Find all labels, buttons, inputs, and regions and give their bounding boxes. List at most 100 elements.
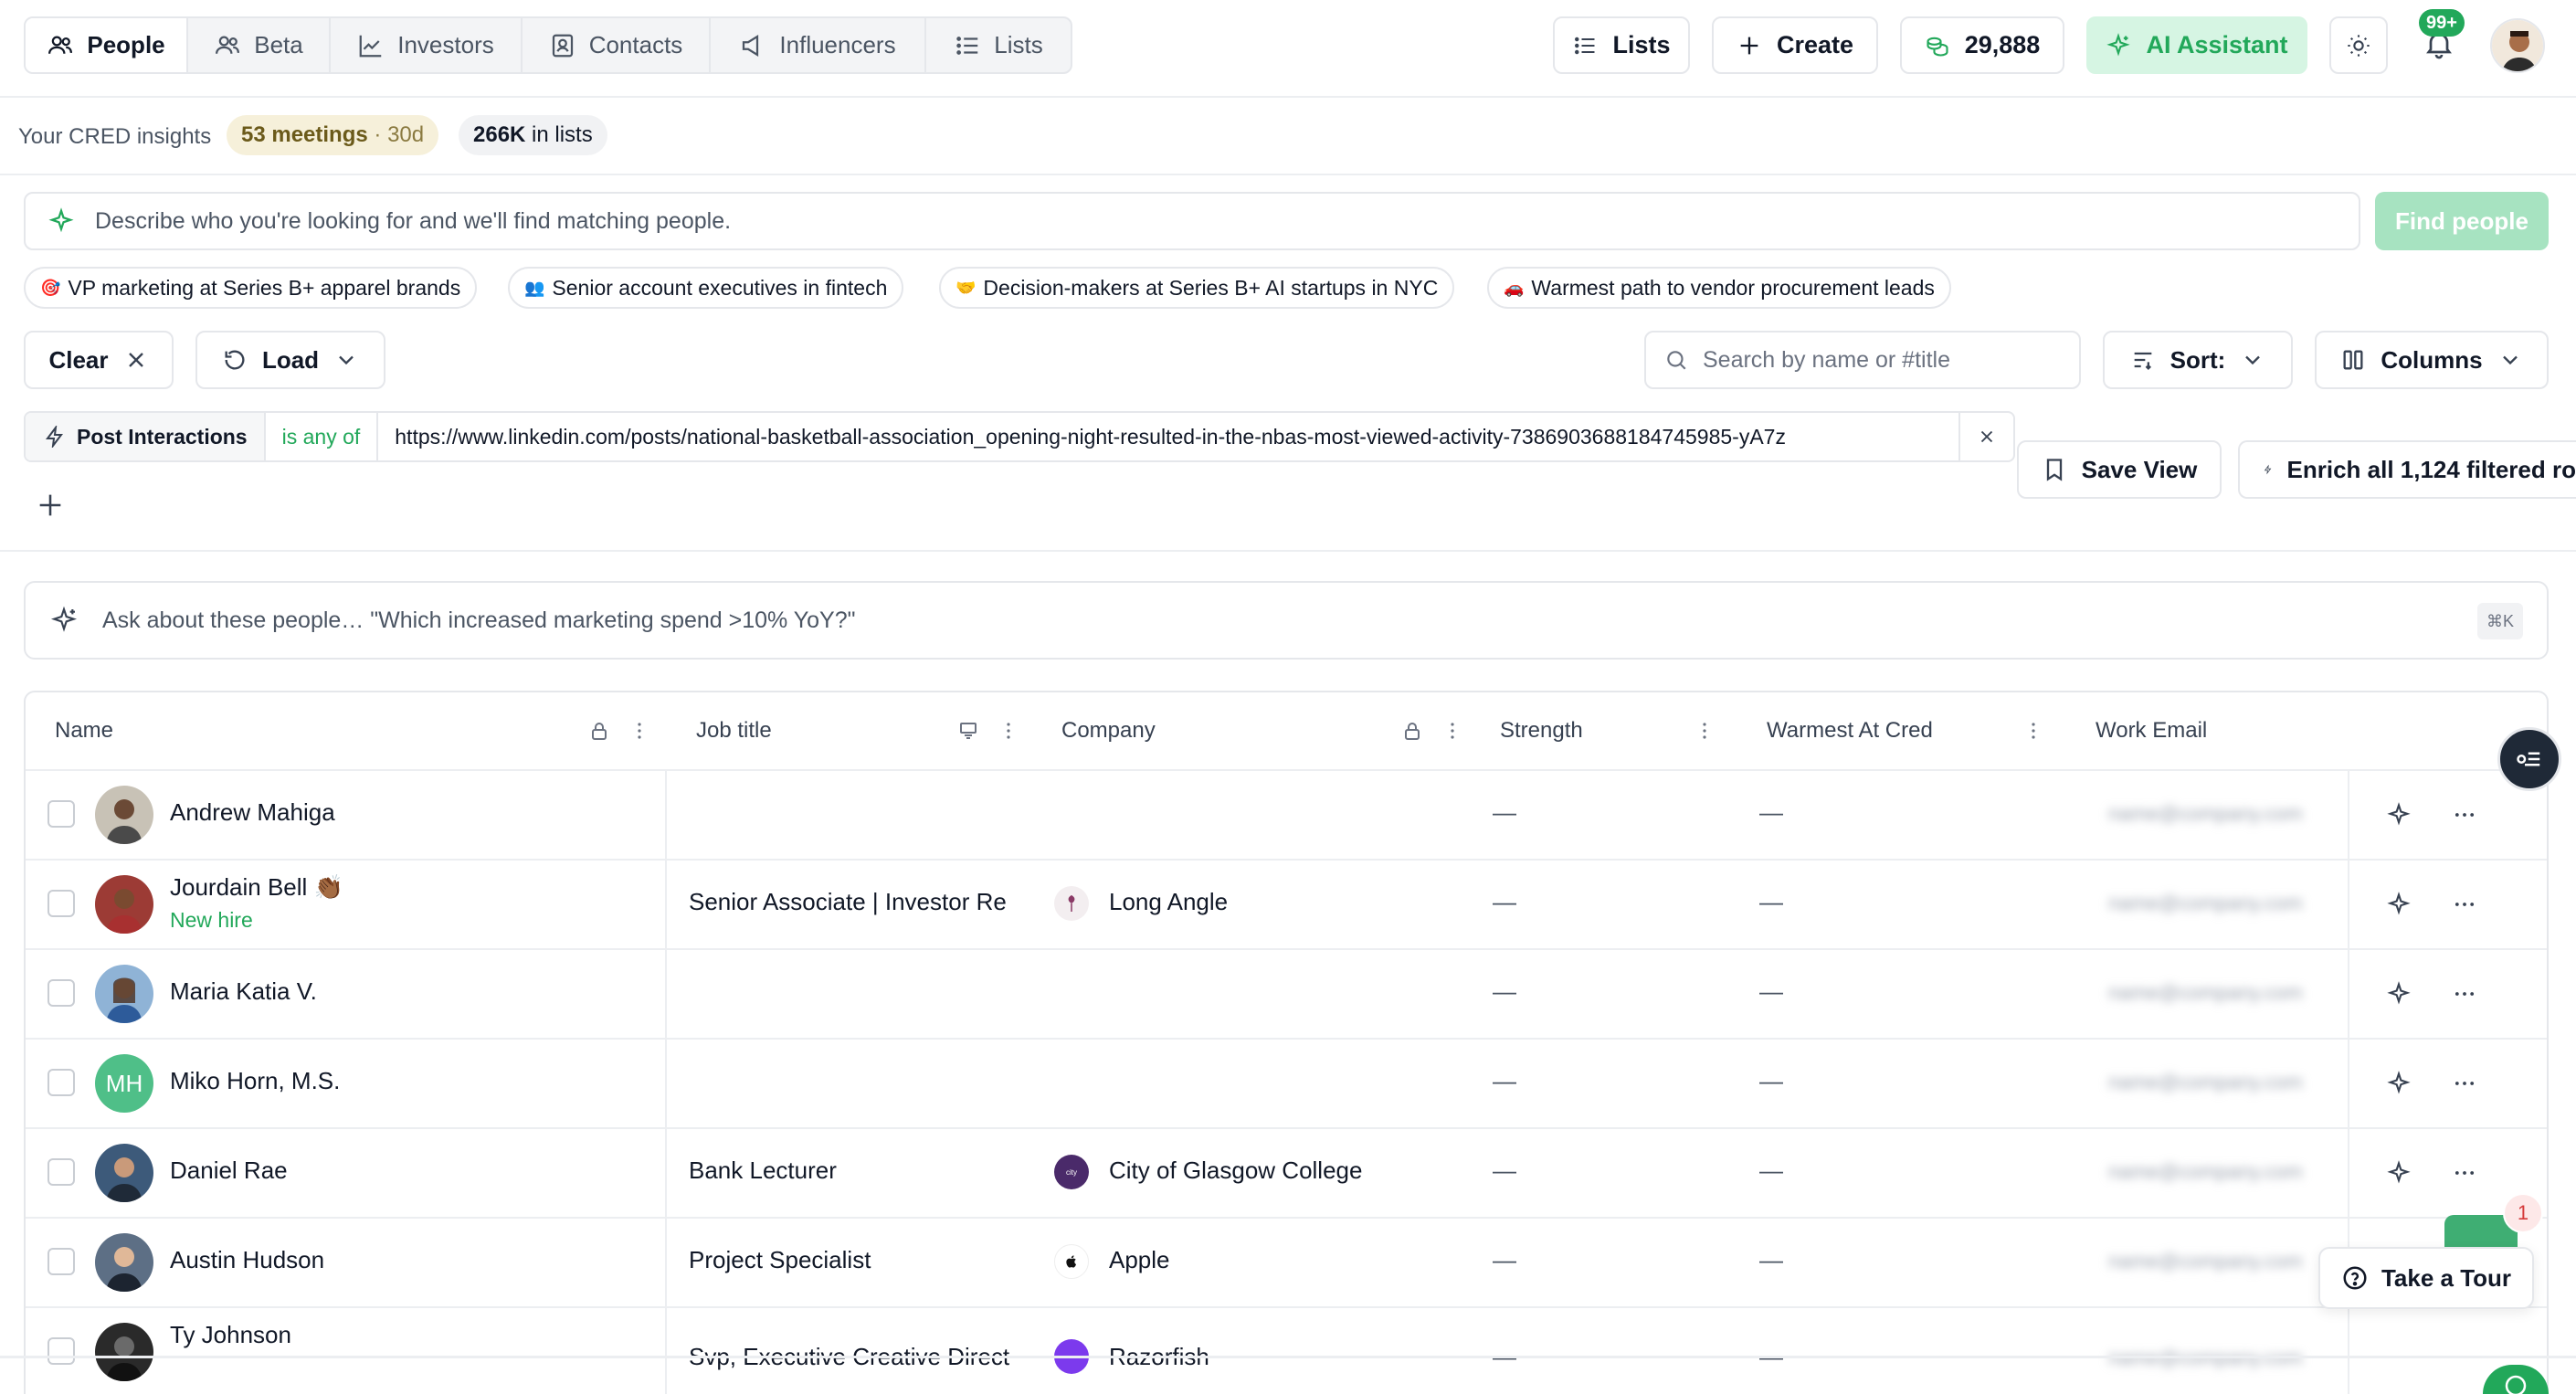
ai-assistant-button[interactable]: AI Assistant [2086, 16, 2307, 74]
load-button[interactable]: Load [195, 331, 385, 389]
more-vertical-icon[interactable] [1694, 720, 1716, 742]
column-header-name[interactable]: Name [55, 692, 650, 769]
filter-field[interactable]: Post Interactions [26, 413, 266, 460]
contact-card-icon [552, 34, 573, 57]
row-more-button[interactable] [2452, 1160, 2477, 1186]
row-more-button[interactable] [2452, 1071, 2477, 1096]
more-vertical-icon[interactable] [998, 720, 1019, 742]
sort-button[interactable]: Sort: [2103, 331, 2293, 389]
lists-button[interactable]: Lists [1553, 16, 1690, 74]
column-header-job-title[interactable]: Job title [696, 692, 1019, 769]
more-vertical-icon[interactable] [2022, 720, 2044, 742]
row-more-button[interactable] [2452, 981, 2477, 1007]
insights-label: Your CRED insights [18, 124, 212, 149]
tab-lists[interactable]: Lists [926, 18, 1071, 72]
person-name[interactable]: Maria Katia V. [170, 977, 317, 1006]
enrich-row-button[interactable] [2386, 1160, 2412, 1186]
save-view-label: Save View [2081, 455, 2198, 483]
active-filter: Post Interactions is any of https://www.… [24, 411, 2015, 462]
person-name[interactable]: Andrew Mahiga [170, 798, 335, 827]
row-more-button[interactable] [2452, 802, 2477, 828]
theme-toggle-button[interactable] [2329, 16, 2388, 74]
tab-beta[interactable]: Beta [188, 18, 331, 72]
row-more-button[interactable] [2452, 892, 2477, 917]
person-name[interactable]: Jourdain Bell 👏🏾 [170, 873, 343, 902]
find-people-button[interactable]: Find people [2375, 192, 2549, 250]
table-row[interactable]: Maria Katia V. — — name@company.com [26, 948, 2547, 1038]
take-tour-button[interactable]: Take a Tour [2318, 1247, 2534, 1309]
lists-pill[interactable]: 266K in lists [459, 115, 607, 155]
table-row[interactable]: Ty Johnson Svp, Executive Creative Direc… [26, 1306, 2547, 1394]
search-placeholder: Describe who you're looking for and we'l… [95, 207, 732, 234]
divider [0, 96, 2576, 98]
company-name[interactable]: Apple [1109, 1246, 1170, 1274]
sparkle-icon [50, 606, 78, 632]
strength-value: — [1493, 977, 1516, 1005]
job-title-value: Bank Lecturer [689, 1156, 837, 1184]
avatar [95, 875, 153, 934]
name-search-input[interactable]: Search by name or #title [1644, 331, 2081, 389]
columns-button[interactable]: Columns [2315, 331, 2549, 389]
text-wrap-icon [960, 723, 977, 739]
ask-people-input[interactable]: Ask about these people… "Which increased… [24, 581, 2549, 660]
add-filter-button[interactable] [35, 490, 66, 521]
table-row[interactable]: Austin Hudson Project Specialist Apple —… [26, 1217, 2547, 1306]
suggestion-chip[interactable]: 🎯 VP marketing at Series B+ apparel brand… [24, 267, 478, 309]
chip-emoji: 👥 [524, 278, 545, 297]
tab-contacts[interactable]: Contacts [523, 18, 711, 72]
column-header-work-email[interactable]: Work Email [2096, 692, 2370, 769]
row-checkbox[interactable] [48, 1069, 75, 1096]
enrich-row-button[interactable] [2386, 892, 2412, 917]
remove-filter-button[interactable] [1960, 413, 2013, 460]
enrich-row-button[interactable] [2386, 802, 2412, 828]
person-name[interactable]: Ty Johnson [170, 1321, 291, 1349]
filter-value[interactable]: https://www.linkedin.com/posts/national-… [378, 413, 1960, 460]
suggestion-chip[interactable]: 🤝 Decision-makers at Series B+ AI startup… [939, 267, 1455, 309]
column-header-strength[interactable]: Strength [1500, 692, 1716, 769]
row-checkbox[interactable] [48, 1337, 75, 1365]
tab-label: People [87, 31, 165, 58]
suggestion-chip[interactable]: 🚗 Warmest path to vendor procurement lead… [1487, 267, 1951, 309]
company-name[interactable]: City of Glasgow College [1109, 1156, 1362, 1185]
column-header-warmest[interactable]: Warmest At Cred [1767, 692, 2044, 769]
enrich-row-button[interactable] [2386, 981, 2412, 1007]
person-name[interactable]: Daniel Rae [170, 1156, 288, 1185]
column-header-company[interactable]: Company [1061, 692, 1463, 769]
warmest-value: — [1759, 888, 1783, 915]
tab-influencers[interactable]: Influencers [711, 18, 926, 72]
table-row[interactable]: MH Miko Horn, M.S. — — name@company.com [26, 1038, 2547, 1127]
credits-button[interactable]: 29,888 [1900, 16, 2064, 74]
user-avatar[interactable] [2490, 18, 2545, 73]
person-name[interactable]: Austin Hudson [170, 1246, 324, 1274]
person-name[interactable]: Miko Horn, M.S. [170, 1067, 340, 1095]
more-vertical-icon[interactable] [628, 720, 650, 742]
meetings-count: 53 meetings [241, 122, 368, 147]
tab-people[interactable]: People [26, 18, 188, 72]
row-checkbox[interactable] [48, 1158, 75, 1186]
email-value: name@company.com [2108, 1250, 2303, 1273]
row-checkbox[interactable] [48, 800, 75, 828]
table-row[interactable]: Jourdain Bell 👏🏾 New hire Senior Associa… [26, 859, 2547, 948]
tab-investors[interactable]: Investors [331, 18, 523, 72]
email-value: name@company.com [2108, 1346, 2303, 1370]
table-row[interactable]: Andrew Mahiga — — name@company.com [26, 769, 2547, 859]
row-checkbox[interactable] [48, 1248, 75, 1275]
row-checkbox[interactable] [48, 979, 75, 1007]
more-vertical-icon[interactable] [1441, 720, 1463, 742]
table-row[interactable]: Daniel Rae Bank Lecturer city City of Gl… [26, 1127, 2547, 1217]
quick-actions-button[interactable] [2497, 727, 2561, 791]
job-title-value: Project Specialist [689, 1246, 871, 1273]
people-search-input[interactable]: Describe who you're looking for and we'l… [24, 192, 2360, 250]
row-checkbox[interactable] [48, 890, 75, 917]
save-view-button[interactable]: Save View [2017, 440, 2222, 499]
shortcut-hint: ⌘K [2476, 603, 2523, 639]
suggestion-chip[interactable]: 👥 Senior account executives in fintech [508, 267, 904, 309]
meetings-pill[interactable]: 53 meetings · 30d [227, 115, 439, 155]
more-horizontal-icon [2455, 1082, 2475, 1085]
company-name[interactable]: Long Angle [1109, 888, 1228, 916]
enrich-button[interactable]: Enrich all 1,124 filtered ro [2238, 440, 2576, 499]
clear-button[interactable]: Clear [24, 331, 174, 389]
filter-operator[interactable]: is any of [266, 413, 379, 460]
enrich-row-button[interactable] [2386, 1071, 2412, 1096]
create-button[interactable]: Create [1712, 16, 1878, 74]
